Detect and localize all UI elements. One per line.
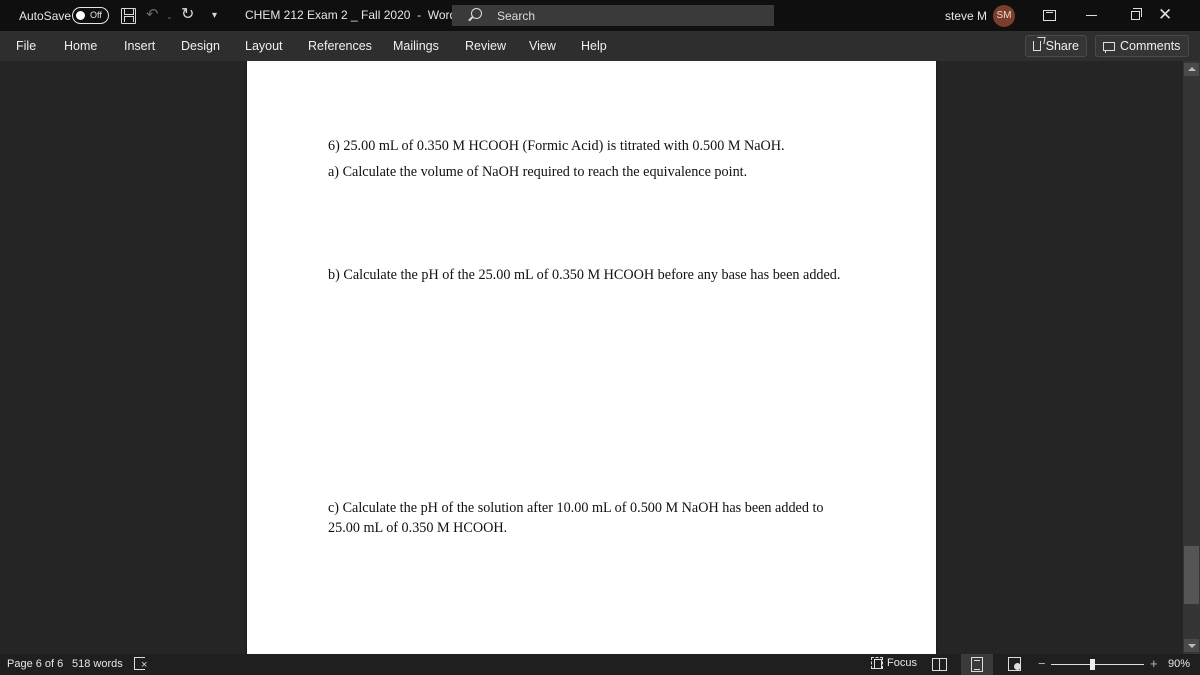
- status-bar: Page 6 of 6 518 words Focus − + 90%: [0, 654, 1200, 675]
- autosave-toggle[interactable]: Off: [72, 7, 109, 24]
- web-layout-icon[interactable]: [1008, 657, 1021, 671]
- title-bar: AutoSave Off ↶ ⌄ ↻ ▾ CHEM 212 Exam 2 _ F…: [0, 0, 1200, 31]
- tab-help[interactable]: Help: [581, 39, 607, 53]
- question-6-stem: 6) 25.00 mL of 0.350 M HCOOH (Formic Aci…: [328, 138, 785, 154]
- comments-label: Comments: [1120, 39, 1181, 53]
- proofing-icon[interactable]: [134, 657, 147, 671]
- search-placeholder: Search: [497, 9, 536, 23]
- comments-button[interactable]: Comments: [1095, 35, 1189, 57]
- search-box[interactable]: Search: [452, 5, 774, 26]
- avatar[interactable]: SM: [993, 5, 1015, 27]
- zoom-slider-thumb[interactable]: [1089, 659, 1095, 670]
- comment-icon: [1103, 41, 1115, 53]
- share-label: Share: [1045, 39, 1079, 53]
- share-icon: [1033, 41, 1041, 51]
- print-layout-icon[interactable]: [971, 657, 983, 672]
- redo-icon[interactable]: ↻: [181, 6, 194, 24]
- document-page[interactable]: 6) 25.00 mL of 0.350 M HCOOH (Formic Aci…: [247, 61, 936, 654]
- page-info[interactable]: Page 6 of 6: [7, 658, 63, 670]
- scroll-down-icon[interactable]: [1184, 639, 1199, 652]
- minimize-icon[interactable]: [1086, 15, 1097, 16]
- search-icon: [471, 8, 482, 19]
- focus-button[interactable]: Focus: [871, 657, 917, 669]
- zoom-slider[interactable]: [1051, 664, 1144, 665]
- document-canvas: 6) 25.00 mL of 0.350 M HCOOH (Formic Aci…: [0, 61, 1183, 654]
- tab-review[interactable]: Review: [465, 39, 506, 53]
- focus-icon: [871, 657, 883, 669]
- question-6c: c) Calculate the pH of the solution afte…: [328, 500, 824, 536]
- restore-icon[interactable]: [1131, 8, 1142, 20]
- tab-view[interactable]: View: [529, 39, 556, 53]
- zoom-in-icon[interactable]: +: [1150, 656, 1158, 671]
- undo-icon[interactable]: ↶: [146, 6, 159, 24]
- close-icon[interactable]: ✕: [1158, 5, 1172, 25]
- save-icon[interactable]: [121, 8, 136, 24]
- zoom-level[interactable]: 90%: [1168, 658, 1190, 670]
- zoom-out-icon[interactable]: −: [1038, 656, 1046, 671]
- autosave-state: Off: [90, 10, 102, 20]
- ribbon-display-options-icon[interactable]: [1043, 10, 1056, 21]
- user-name[interactable]: steve M: [945, 9, 987, 23]
- tab-design[interactable]: Design: [181, 39, 220, 53]
- scroll-up-icon[interactable]: [1184, 63, 1199, 76]
- toggle-knob: [76, 11, 85, 20]
- scroll-thumb[interactable]: [1184, 546, 1199, 604]
- autosave-label: AutoSave: [19, 9, 72, 23]
- question-6a: a) Calculate the volume of NaOH required…: [328, 164, 748, 180]
- vertical-scrollbar[interactable]: [1183, 61, 1200, 654]
- tab-layout[interactable]: Layout: [245, 39, 283, 53]
- tab-references[interactable]: References: [308, 39, 372, 53]
- word-count[interactable]: 518 words: [72, 658, 123, 670]
- question-6b: b) Calculate the pH of the 25.00 mL of 0…: [328, 267, 841, 283]
- undo-dropdown-icon[interactable]: ⌄: [166, 8, 173, 26]
- document-title: CHEM 212 Exam 2 _ Fall 2020 - Word: [245, 8, 457, 22]
- read-mode-icon[interactable]: [932, 658, 947, 671]
- tab-mailings[interactable]: Mailings: [393, 39, 439, 53]
- tab-file[interactable]: File: [16, 39, 36, 53]
- tab-insert[interactable]: Insert: [124, 39, 155, 53]
- ribbon-tabs: File Home Insert Design Layout Reference…: [0, 31, 1200, 61]
- tab-home[interactable]: Home: [64, 39, 97, 53]
- share-button[interactable]: Share: [1025, 35, 1087, 57]
- customize-quick-access-icon[interactable]: ▾: [212, 7, 217, 25]
- focus-label: Focus: [887, 657, 917, 669]
